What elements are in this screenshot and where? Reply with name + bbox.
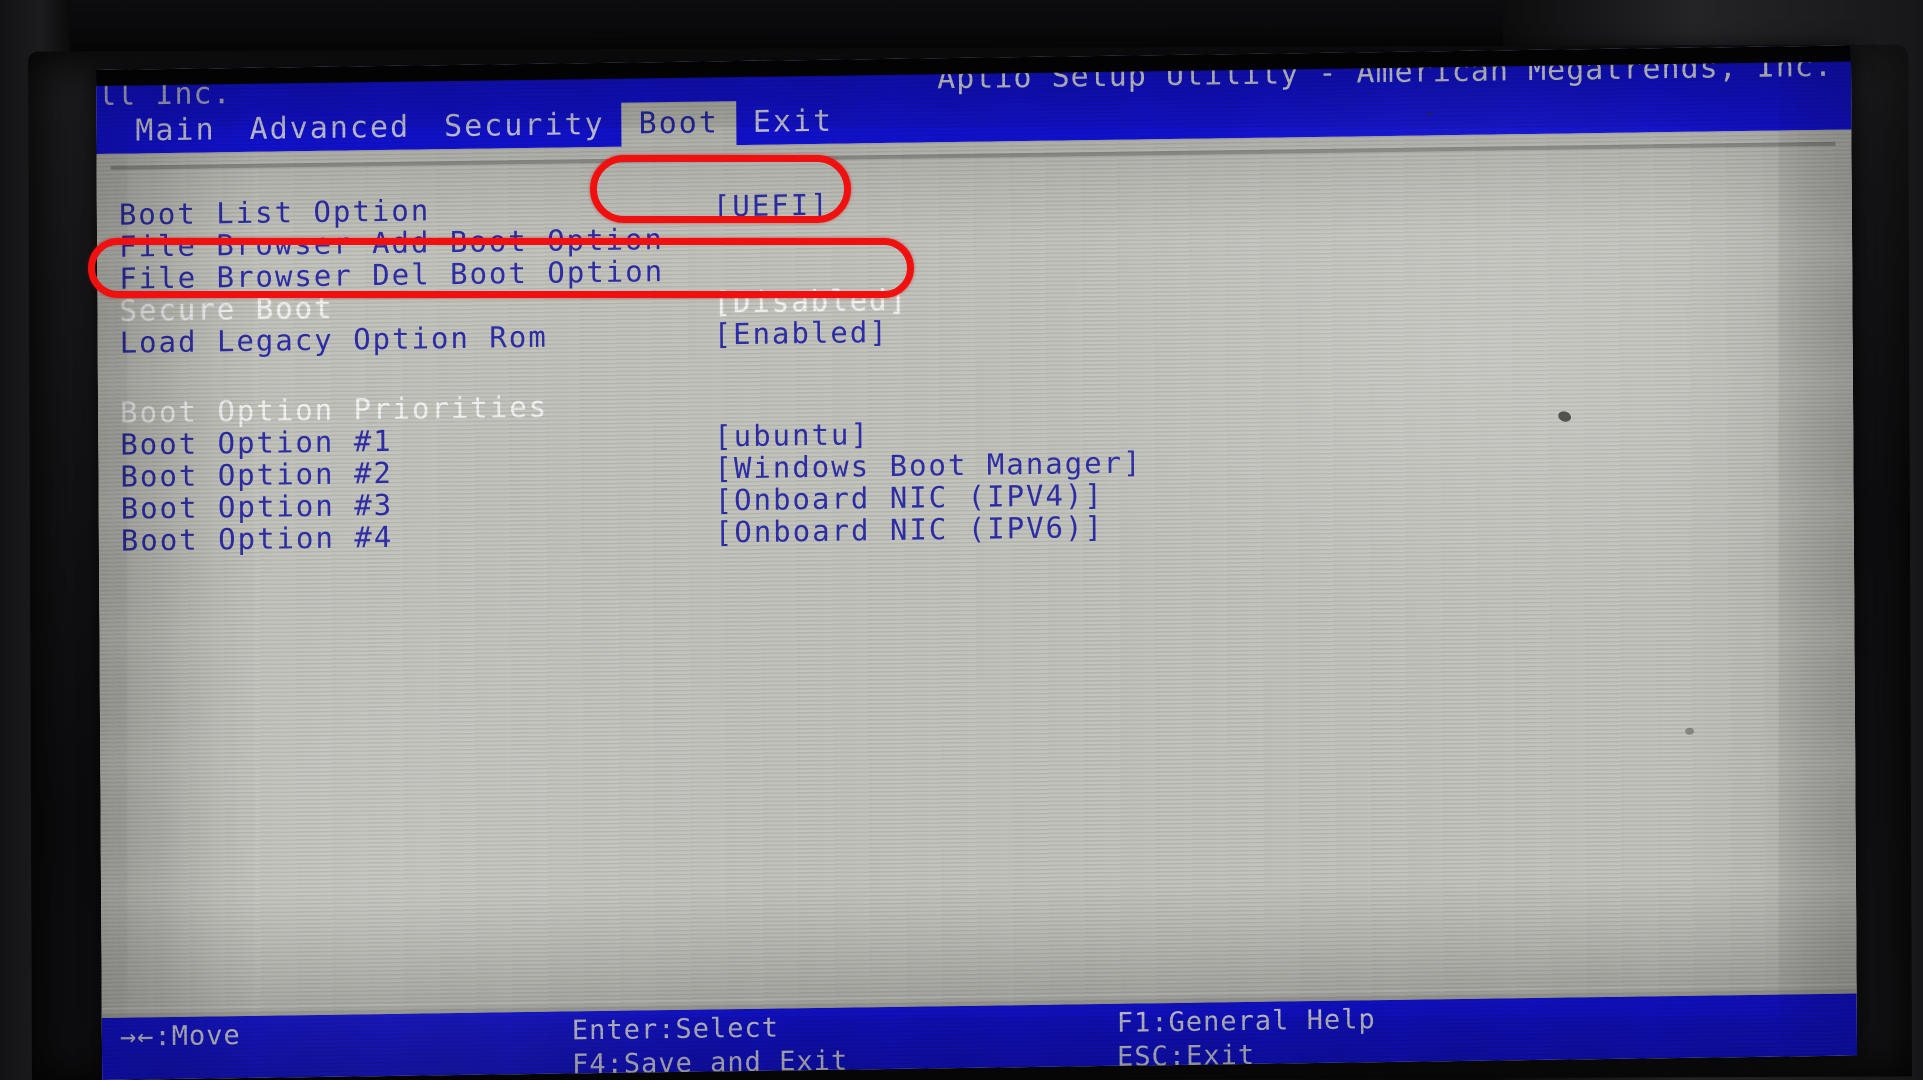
menu-tab-security[interactable]: Security	[427, 102, 622, 150]
menu-tab-exit[interactable]: Exit	[736, 99, 851, 146]
menu-tab-boot[interactable]: Boot	[621, 100, 736, 148]
lcd-panel: ll Inc. Aptio Setup Utility - American M…	[96, 45, 1858, 1080]
setting-value[interactable]: [UEFI]	[713, 188, 830, 224]
hotkey-general-help: F1:General Help	[1116, 1004, 1376, 1039]
boot-priority-value[interactable]: [ubuntu]	[714, 417, 870, 453]
hotkey-select: Enter:Select	[571, 1012, 780, 1047]
hotkey-move: →←:Move	[119, 1020, 241, 1053]
setting-value[interactable]: [Enabled]	[714, 315, 889, 351]
setting-value[interactable]: [Disabled]	[713, 283, 908, 320]
boot-priority-label: Boot Option #4	[120, 519, 394, 558]
bios-setup-utility: ll Inc. Aptio Setup Utility - American M…	[96, 45, 1858, 1080]
boot-priority-value[interactable]: [Onboard NIC (IPV6)]	[715, 510, 1104, 549]
settings-list: Boot List Option [UEFI] File Browser Add B…	[113, 174, 1835, 558]
bios-content-area: Boot List Option [UEFI] File Browser Add B…	[96, 129, 1857, 1034]
menu-tab-main[interactable]: Main	[118, 108, 233, 155]
setting-label: Secure Boot	[119, 290, 334, 328]
photo-of-laptop-screen: ll Inc. Aptio Setup Utility - American M…	[0, 0, 1923, 1080]
menu-tab-advanced[interactable]: Advanced	[232, 105, 427, 153]
